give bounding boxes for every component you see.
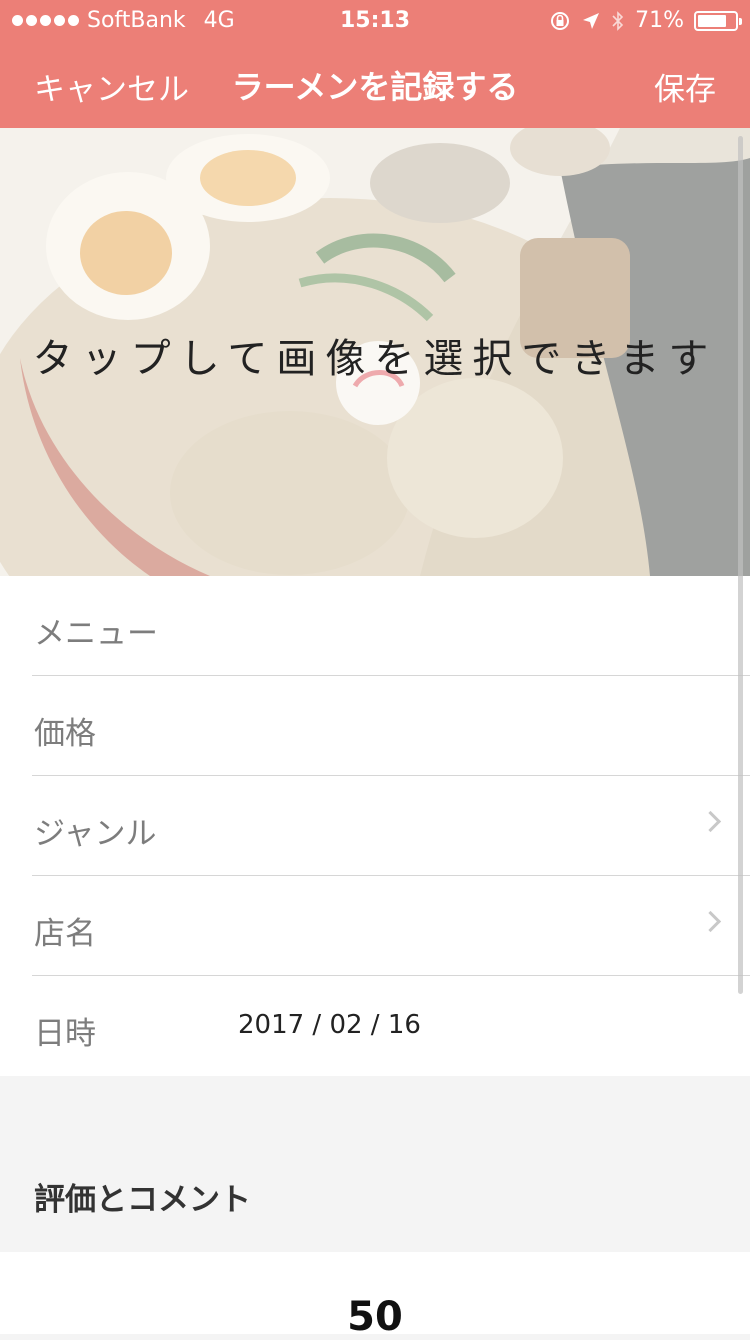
date-row[interactable]: 日時 2017 / 02 / 16 [0, 976, 750, 1076]
genre-row[interactable]: ジャンル [0, 776, 750, 876]
genre-label: ジャンル [34, 816, 157, 852]
menu-row[interactable]: メニュー [0, 576, 750, 676]
price-label: 価格 [34, 716, 96, 752]
status-bar: SoftBank 4G 15:13 71% [0, 0, 750, 40]
chevron-right-icon [699, 810, 722, 833]
photo-picker[interactable]: タップして画像を選択できます [0, 128, 750, 576]
ramen-form: メニュー 価格 ジャンル 店名 日時 2017 / 02 / 16 [0, 576, 750, 1076]
battery-icon [694, 10, 742, 31]
battery-percent: 71% [635, 8, 684, 33]
shop-label: 店名 [34, 916, 96, 952]
shop-row[interactable]: 店名 [0, 876, 750, 976]
menu-label: メニュー [34, 616, 158, 652]
save-button[interactable]: 保存 [654, 64, 716, 109]
rating-panel: 50 [0, 1252, 750, 1340]
bluetooth-icon [612, 10, 624, 31]
page-title: ラーメンを記録する [231, 68, 519, 106]
date-label: 日時 [34, 1016, 96, 1052]
status-right: 71% [549, 8, 742, 33]
scroll-indicator[interactable] [738, 136, 743, 994]
price-row[interactable]: 価格 [0, 676, 750, 776]
chevron-right-icon [699, 910, 722, 933]
rating-section-heading: 評価とコメント [34, 1182, 251, 1218]
orientation-lock-icon [551, 11, 570, 30]
rating-score: 50 [347, 1294, 403, 1340]
photo-select-hint: タップして画像を選択できます [32, 336, 718, 382]
location-arrow-icon [583, 12, 600, 29]
navigation-bar: キャンセル ラーメンを記録する 保存 [0, 40, 750, 128]
date-value[interactable]: 2017 / 02 / 16 [238, 1010, 421, 1040]
